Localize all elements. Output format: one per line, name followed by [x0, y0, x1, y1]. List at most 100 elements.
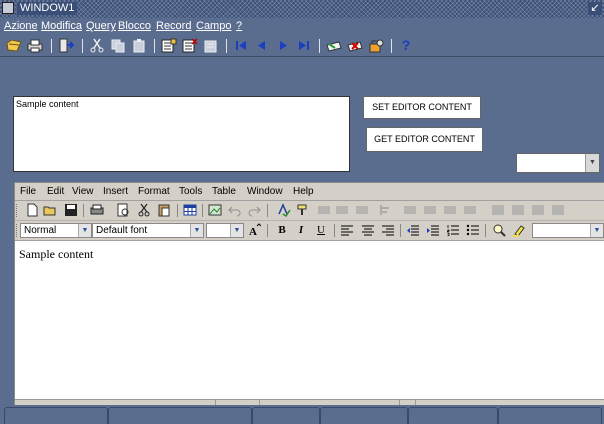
- insert-record-icon[interactable]: [161, 38, 177, 53]
- table-grid-icon[interactable]: [531, 203, 545, 217]
- menu-azione[interactable]: Azione: [4, 20, 38, 32]
- align-center-icon[interactable]: [361, 223, 375, 237]
- editor-menu-table[interactable]: Table: [212, 186, 236, 197]
- toolbar-separator: [83, 204, 84, 217]
- find-icon[interactable]: [492, 223, 506, 237]
- chevron-down-icon[interactable]: ▼: [190, 224, 203, 237]
- paragraph-style-select[interactable]: Normal ▼: [20, 223, 92, 238]
- status-pane: [408, 407, 498, 424]
- bullet-list-icon[interactable]: [466, 223, 480, 237]
- first-record-icon[interactable]: [233, 38, 249, 53]
- paste-icon[interactable]: [157, 203, 171, 217]
- save-icon[interactable]: [6, 38, 22, 53]
- menu-blocco[interactable]: Blocco: [118, 20, 151, 32]
- cut-icon[interactable]: [89, 38, 105, 53]
- editor-menu-help[interactable]: Help: [293, 186, 314, 197]
- menu-campo[interactable]: Campo: [196, 20, 231, 32]
- table-grid-icon[interactable]: [511, 203, 525, 217]
- color-select[interactable]: ▼: [532, 223, 604, 238]
- next-record-icon[interactable]: [275, 38, 291, 53]
- table-grid-icon[interactable]: [355, 203, 369, 217]
- status-pane: [252, 407, 320, 424]
- menu-modifica[interactable]: Modifica: [41, 20, 82, 32]
- rich-text-editor: File Edit View Insert Format Tools Table…: [14, 182, 604, 424]
- table-grid-icon[interactable]: [317, 203, 331, 217]
- align-right-icon[interactable]: [381, 223, 395, 237]
- font-size-grow-icon[interactable]: A: [247, 223, 261, 237]
- outdent-icon[interactable]: [406, 223, 420, 237]
- menu-help[interactable]: ?: [236, 20, 242, 32]
- print-preview-icon[interactable]: [116, 203, 130, 217]
- set-editor-content-button[interactable]: SET EDITOR CONTENT: [363, 96, 481, 119]
- print-icon[interactable]: [90, 203, 104, 217]
- chevron-down-icon[interactable]: ▼: [78, 224, 91, 237]
- last-record-icon[interactable]: [296, 38, 312, 53]
- exit-icon[interactable]: [58, 38, 74, 53]
- toolbar-separator: [267, 204, 268, 217]
- editor-document-text[interactable]: Sample content: [19, 247, 93, 262]
- clear-record-icon[interactable]: [203, 38, 219, 53]
- delete-record-icon[interactable]: [182, 38, 198, 53]
- editor-standard-toolbar: [15, 201, 604, 221]
- editor-menu-edit[interactable]: Edit: [47, 186, 64, 197]
- toolbar-separator: [51, 39, 52, 53]
- table-grid-icon[interactable]: [423, 203, 437, 217]
- table-grid-icon[interactable]: [443, 203, 457, 217]
- font-family-select[interactable]: Default font ▼: [92, 223, 204, 238]
- table-grid-icon[interactable]: [335, 203, 349, 217]
- lock-record-icon[interactable]: [368, 38, 384, 53]
- cut-icon[interactable]: [137, 203, 151, 217]
- editor-menu-tools[interactable]: Tools: [179, 186, 202, 197]
- chevron-down-icon[interactable]: ▼: [585, 154, 599, 172]
- editor-menu-file[interactable]: File: [20, 186, 36, 197]
- help-icon[interactable]: ?: [398, 38, 414, 53]
- window-restore-button[interactable]: ↙: [588, 2, 602, 15]
- new-document-icon[interactable]: [25, 203, 39, 217]
- split-cell-icon[interactable]: [379, 203, 393, 217]
- editor-menu-bar: File Edit View Insert Format Tools Table…: [15, 183, 604, 201]
- table-icon[interactable]: [183, 203, 197, 217]
- app-icon: [2, 2, 14, 14]
- insert-row-icon[interactable]: [326, 38, 342, 53]
- toolbar-separator: [226, 39, 227, 53]
- align-left-icon[interactable]: [340, 223, 354, 237]
- editor-menu-window[interactable]: Window: [247, 186, 283, 197]
- underline-button[interactable]: U: [315, 224, 327, 236]
- format-painter-icon[interactable]: [296, 203, 310, 217]
- editor-content-textbox[interactable]: Sample content: [13, 96, 350, 172]
- previous-record-icon[interactable]: [254, 38, 270, 53]
- table-grid-icon[interactable]: [551, 203, 565, 217]
- paste-icon[interactable]: [131, 38, 147, 53]
- toolbar-separator: [485, 224, 486, 237]
- editor-menu-insert[interactable]: Insert: [103, 186, 128, 197]
- copy-icon[interactable]: [110, 38, 126, 53]
- list-combo[interactable]: ▼: [516, 153, 600, 173]
- table-grid-icon[interactable]: [491, 203, 505, 217]
- toolbar-grip: [16, 204, 19, 217]
- open-folder-icon[interactable]: [43, 203, 57, 217]
- undo-icon[interactable]: [228, 203, 242, 217]
- editor-menu-format[interactable]: Format: [138, 186, 170, 197]
- spellcheck-icon[interactable]: [277, 203, 291, 217]
- toolbar-separator: [400, 224, 401, 237]
- print-icon[interactable]: [27, 38, 43, 53]
- indent-icon[interactable]: [426, 223, 440, 237]
- table-grid-icon[interactable]: [463, 203, 477, 217]
- italic-button[interactable]: I: [295, 224, 307, 236]
- redo-icon[interactable]: [247, 203, 261, 217]
- bold-button[interactable]: B: [276, 224, 288, 236]
- get-editor-content-button[interactable]: GET EDITOR CONTENT: [366, 127, 483, 152]
- status-pane: [498, 407, 602, 424]
- save-disk-icon[interactable]: [64, 203, 78, 217]
- menu-query[interactable]: Query: [86, 20, 116, 32]
- editor-menu-view[interactable]: View: [72, 186, 94, 197]
- chevron-down-icon[interactable]: ▼: [590, 224, 603, 237]
- insert-image-icon[interactable]: [208, 203, 222, 217]
- table-grid-icon[interactable]: [403, 203, 417, 217]
- numbered-list-icon[interactable]: [446, 223, 460, 237]
- remove-row-icon[interactable]: [347, 38, 363, 53]
- highlight-icon[interactable]: [512, 223, 526, 237]
- font-size-step-select[interactable]: [231, 223, 245, 238]
- menu-record[interactable]: Record: [156, 20, 191, 32]
- toolbar-separator: [334, 224, 335, 237]
